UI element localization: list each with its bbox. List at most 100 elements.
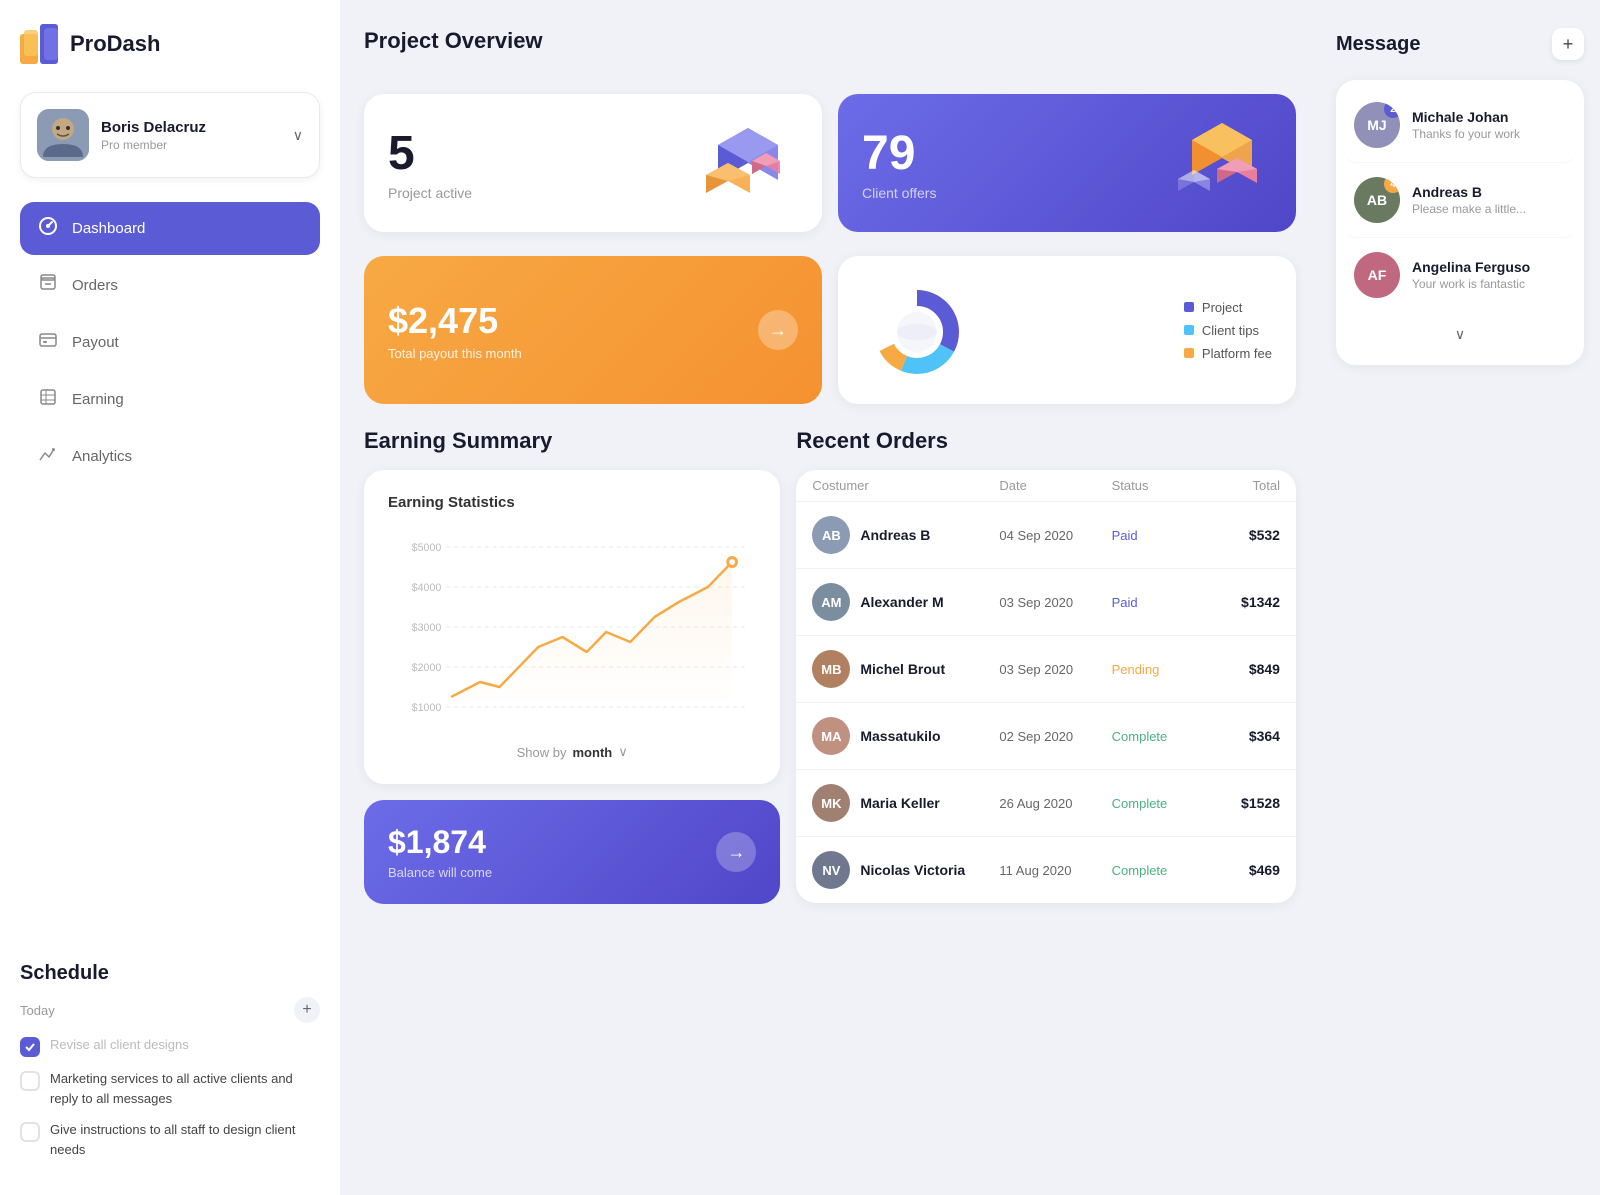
customer-avatar: AB xyxy=(812,516,850,554)
main-content: Project Overview 5 Project active xyxy=(340,0,1320,1195)
schedule-header: Today + xyxy=(20,997,320,1023)
show-by-row: Show by month ∨ xyxy=(388,744,756,760)
message-item[interactable]: MJ2 Michale Johan Thanks fo your work xyxy=(1344,88,1576,163)
orders-section: Recent Orders Costumer Date Status Total… xyxy=(796,428,1296,904)
schedule-item-2[interactable]: Give instructions to all staff to design… xyxy=(20,1120,320,1159)
customer-cell: AB Andreas B xyxy=(812,516,999,554)
table-row[interactable]: MA Massatukilo 02 Sep 2020 Complete $364 xyxy=(796,702,1296,769)
logo-area: ProDash xyxy=(20,24,320,64)
overview-title: Project Overview xyxy=(364,28,1296,54)
avatar xyxy=(37,109,89,161)
chevron-down-icon: ∨ xyxy=(1455,326,1465,343)
payout-icon xyxy=(38,330,58,355)
stat1-info: 5 Project active xyxy=(388,126,472,201)
message-preview: Thanks fo your work xyxy=(1412,127,1566,141)
order-total: $364 xyxy=(1205,728,1280,744)
customer-cell: NV Nicolas Victoria xyxy=(812,851,999,889)
messages-title: Message xyxy=(1336,33,1421,56)
table-row[interactable]: MB Michel Brout 03 Sep 2020 Pending $849 xyxy=(796,635,1296,702)
message-name: Angelina Ferguso xyxy=(1412,259,1566,275)
message-name: Michale Johan xyxy=(1412,109,1566,125)
sidebar-item-analytics-label: Analytics xyxy=(72,448,132,465)
sidebar-item-payout-label: Payout xyxy=(72,334,119,351)
checkbox-0[interactable] xyxy=(20,1037,40,1057)
legend-platform-fee-label: Platform fee xyxy=(1202,346,1272,361)
order-total: $469 xyxy=(1205,862,1280,878)
user-name: Boris Delacruz xyxy=(101,119,281,136)
customer-cell: AM Alexander M xyxy=(812,583,999,621)
sidebar-item-orders-label: Orders xyxy=(72,277,118,294)
schedule-item-1[interactable]: Marketing services to all active clients… xyxy=(20,1069,320,1108)
overview-cards: 5 Project active 79 xyxy=(364,94,1296,232)
orders-title: Recent Orders xyxy=(796,428,1296,454)
sidebar-item-dashboard[interactable]: Dashboard xyxy=(20,202,320,255)
legend-client-tips-dot xyxy=(1184,325,1194,335)
message-items: MJ2 Michale Johan Thanks fo your work AB… xyxy=(1344,88,1576,312)
donut-chart xyxy=(862,280,972,380)
legend-project-dot xyxy=(1184,302,1194,312)
sidebar-item-analytics[interactable]: Analytics xyxy=(20,430,320,483)
order-status: Complete xyxy=(1112,863,1206,878)
analytics-icon xyxy=(38,444,58,469)
add-schedule-button[interactable]: + xyxy=(294,997,320,1023)
orders-rows: AB Andreas B 04 Sep 2020 Paid $532 AM Al… xyxy=(796,501,1296,903)
stat1-number: 5 xyxy=(388,126,472,181)
checkbox-2[interactable] xyxy=(20,1122,40,1142)
period-chevron-icon[interactable]: ∨ xyxy=(618,744,628,760)
legend-platform-fee: Platform fee xyxy=(1184,346,1272,361)
payout-arrow-icon[interactable]: → xyxy=(758,310,798,350)
sidebar-item-earning[interactable]: Earning xyxy=(20,373,320,426)
messages-panel: Message + MJ2 Michale Johan Thanks fo yo… xyxy=(1320,0,1600,1195)
message-item[interactable]: AB4 Andreas B Please make a little... xyxy=(1344,163,1576,238)
add-message-button[interactable]: + xyxy=(1552,28,1584,60)
today-label: Today xyxy=(20,1003,55,1018)
message-name: Andreas B xyxy=(1412,184,1566,200)
schedule-item-0[interactable]: Revise all client designs xyxy=(20,1035,320,1057)
user-role: Pro member xyxy=(101,138,281,152)
stat2-info: 79 Client offers xyxy=(862,126,936,201)
table-row[interactable]: AM Alexander M 03 Sep 2020 Paid $1342 xyxy=(796,568,1296,635)
message-preview: Please make a little... xyxy=(1412,202,1566,216)
order-total: $1342 xyxy=(1205,594,1280,610)
customer-avatar: MB xyxy=(812,650,850,688)
table-row[interactable]: MK Maria Keller 26 Aug 2020 Complete $15… xyxy=(796,769,1296,836)
checkbox-1[interactable] xyxy=(20,1071,40,1091)
blocks-icon xyxy=(698,118,798,208)
donut-card: Project Client tips Platform fee xyxy=(838,256,1296,404)
sidebar: ProDash Boris Delacruz Pro member ∨ xyxy=(0,0,340,1195)
balance-arrow-icon[interactable]: → xyxy=(716,832,756,872)
svg-text:$5000: $5000 xyxy=(412,542,442,554)
period-label: month xyxy=(573,745,613,760)
messages-list: MJ2 Michale Johan Thanks fo your work AB… xyxy=(1336,80,1584,365)
table-row[interactable]: NV Nicolas Victoria 11 Aug 2020 Complete… xyxy=(796,836,1296,903)
customer-avatar: MA xyxy=(812,717,850,755)
schedule-text-1: Marketing services to all active clients… xyxy=(50,1069,320,1108)
orders-icon xyxy=(38,273,58,298)
sidebar-item-payout[interactable]: Payout xyxy=(20,316,320,369)
customer-avatar: AM xyxy=(812,583,850,621)
message-avatar: AF xyxy=(1354,252,1400,298)
order-total: $849 xyxy=(1205,661,1280,677)
legend-project: Project xyxy=(1184,300,1272,315)
message-avatar: AB4 xyxy=(1354,177,1400,223)
order-status: Pending xyxy=(1112,662,1206,677)
user-chevron-icon[interactable]: ∨ xyxy=(293,127,303,144)
earning-section: Earning Summary Earning Statistics $5000… xyxy=(364,428,780,904)
message-content: Andreas B Please make a little... xyxy=(1412,184,1566,216)
show-by-label: Show by xyxy=(517,745,567,760)
line-chart: $5000 $4000 $3000 $2000 $1000 xyxy=(388,527,756,727)
message-item[interactable]: AF Angelina Ferguso Your work is fantast… xyxy=(1344,238,1576,312)
table-row[interactable]: AB Andreas B 04 Sep 2020 Paid $532 xyxy=(796,501,1296,568)
schedule-section: Schedule Today + Revise all client desig… xyxy=(20,942,320,1171)
show-more-messages[interactable]: ∨ xyxy=(1344,312,1576,357)
legend-platform-fee-dot xyxy=(1184,348,1194,358)
app-name: ProDash xyxy=(70,31,160,57)
sidebar-item-orders[interactable]: Orders xyxy=(20,259,320,312)
payout-label: Total payout this month xyxy=(388,346,522,361)
order-status: Complete xyxy=(1112,796,1206,811)
order-status: Paid xyxy=(1112,595,1206,610)
message-preview: Your work is fantastic xyxy=(1412,277,1566,291)
message-badge: 4 xyxy=(1384,177,1400,193)
sidebar-item-earning-label: Earning xyxy=(72,391,124,408)
user-card[interactable]: Boris Delacruz Pro member ∨ xyxy=(20,92,320,178)
